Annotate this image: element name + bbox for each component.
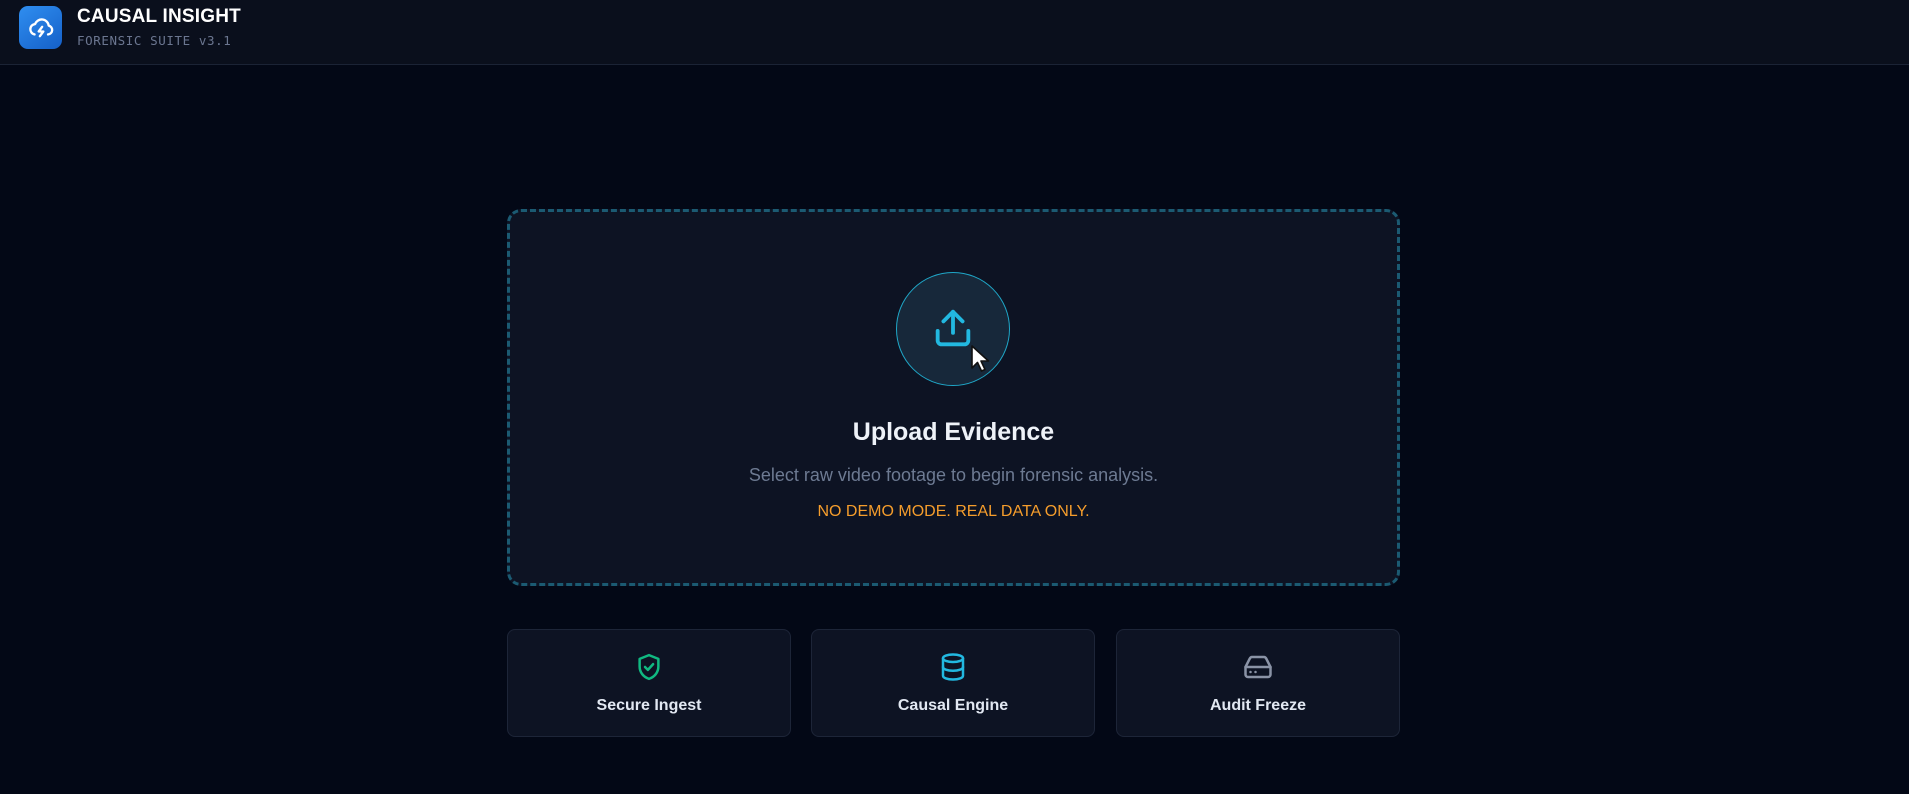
upload-title: Upload Evidence [852,418,1055,446]
upload-dropzone[interactable]: Upload Evidence Select raw video footage… [507,209,1400,586]
app-title: CAUSAL INSIGHT [77,6,241,27]
upload-warning: NO DEMO MODE. REAL DATA ONLY. [817,503,1090,520]
upload-button[interactable] [896,272,1010,386]
shield-check-icon [638,653,660,681]
feature-card-secure-ingest: Secure Ingest [507,629,791,737]
feature-label: Secure Ingest [596,697,702,714]
database-icon [941,653,965,681]
top-bar: CAUSAL INSIGHT FORENSIC SUITE v3.1 [0,0,1909,65]
upload-description: Select raw video footage to begin forens… [748,465,1159,485]
cloud-lightning-icon[interactable] [19,6,62,49]
hard-drive-icon [1244,655,1272,679]
feature-card-audit-freeze: Audit Freeze [1116,629,1400,737]
feature-label: Causal Engine [897,697,1009,714]
feature-card-causal-engine: Causal Engine [811,629,1095,737]
app-subtitle: FORENSIC SUITE v3.1 [77,33,232,48]
mouse-cursor-icon [971,345,990,372]
feature-label: Audit Freeze [1209,697,1306,714]
